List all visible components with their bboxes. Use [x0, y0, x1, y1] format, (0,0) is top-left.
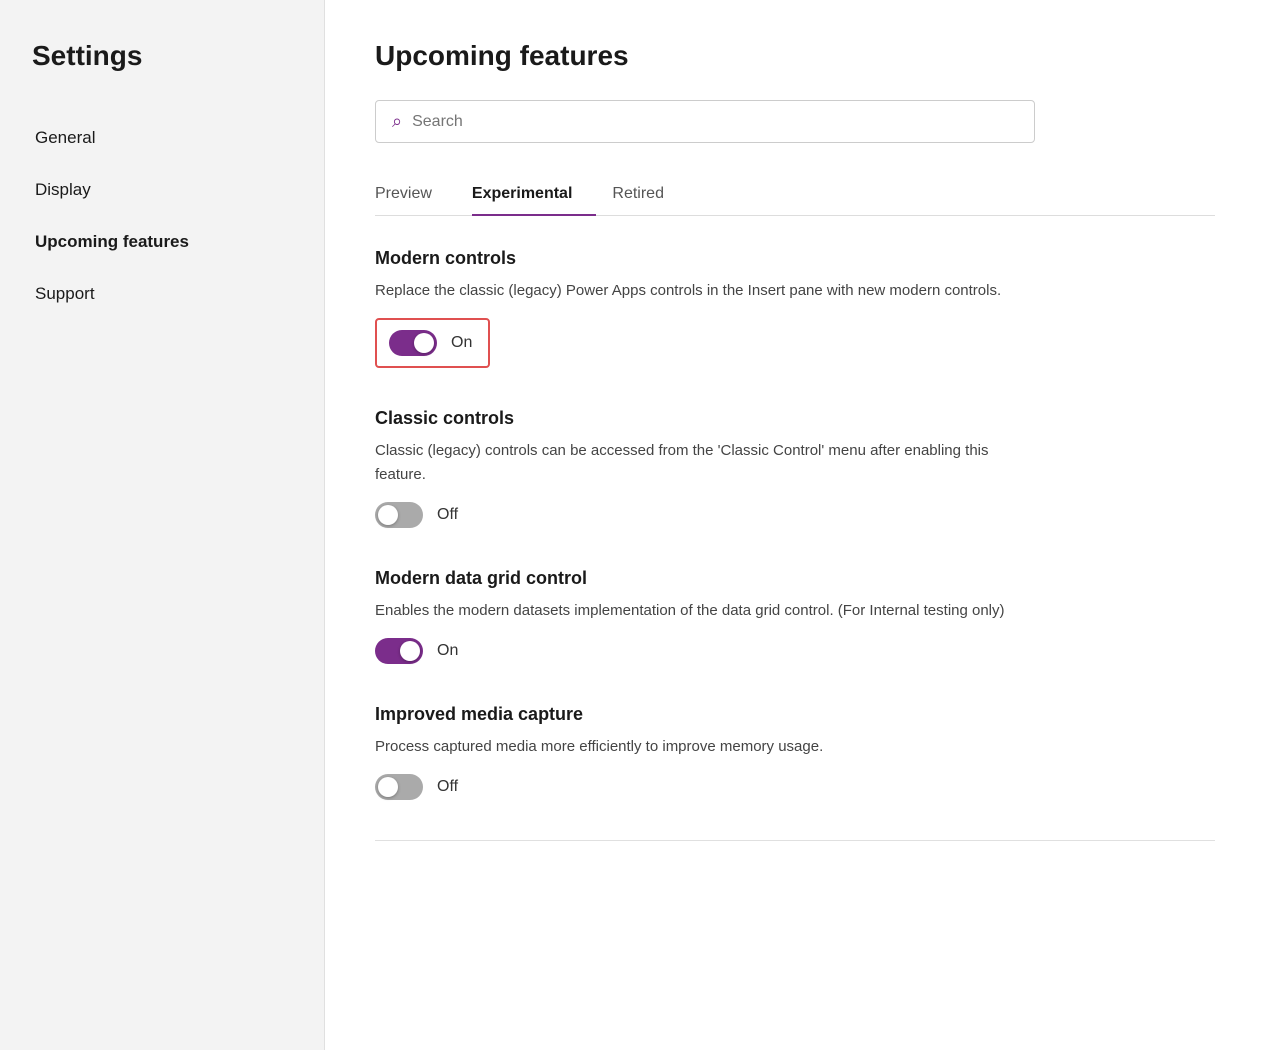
search-box: ⌕ — [375, 100, 1035, 143]
sidebar-item-upcoming-features[interactable]: Upcoming features — [0, 216, 324, 268]
toggle-label-improved-media-capture: Off — [437, 778, 458, 796]
feature-desc-improved-media-capture: Process captured media more efficiently … — [375, 735, 1015, 758]
toggle-label-classic-controls: Off — [437, 506, 458, 524]
toggle-classic-controls[interactable] — [375, 502, 423, 528]
bottom-divider — [375, 840, 1215, 841]
feature-title-classic-controls: Classic controls — [375, 408, 1215, 429]
feature-desc-modern-controls: Replace the classic (legacy) Power Apps … — [375, 279, 1015, 302]
toggle-row-classic-controls: Off — [375, 502, 1215, 528]
toggle-label-modern-controls: On — [451, 334, 472, 352]
tab-experimental[interactable]: Experimental — [472, 175, 596, 215]
feature-classic-controls: Classic controls Classic (legacy) contro… — [375, 408, 1215, 528]
feature-title-modern-controls: Modern controls — [375, 248, 1215, 269]
feature-title-modern-data-grid: Modern data grid control — [375, 568, 1215, 589]
search-input[interactable] — [412, 113, 1018, 131]
feature-desc-classic-controls: Classic (legacy) controls can be accesse… — [375, 439, 1015, 486]
toggle-label-modern-data-grid: On — [437, 642, 458, 660]
main-content: Upcoming features ⌕ Preview Experimental… — [325, 0, 1275, 1050]
tabs-container: Preview Experimental Retired — [375, 175, 1215, 216]
toggle-modern-controls[interactable] — [389, 330, 437, 356]
feature-improved-media-capture: Improved media capture Process captured … — [375, 704, 1215, 800]
sidebar-item-general[interactable]: General — [0, 112, 324, 164]
toggle-thumb-modern-data-grid — [400, 641, 420, 661]
feature-desc-modern-data-grid: Enables the modern datasets implementati… — [375, 599, 1015, 622]
search-icon: ⌕ — [392, 111, 402, 132]
modern-controls-highlight-box: On — [375, 318, 490, 368]
tab-retired[interactable]: Retired — [612, 175, 688, 215]
toggle-row-improved-media-capture: Off — [375, 774, 1215, 800]
toggle-thumb-classic-controls — [378, 505, 398, 525]
toggle-row-modern-data-grid: On — [375, 638, 1215, 664]
sidebar-title: Settings — [0, 40, 324, 112]
tab-preview[interactable]: Preview — [375, 175, 456, 215]
sidebar-item-support[interactable]: Support — [0, 268, 324, 320]
toggle-modern-data-grid[interactable] — [375, 638, 423, 664]
sidebar: Settings General Display Upcoming featur… — [0, 0, 325, 1050]
feature-modern-controls: Modern controls Replace the classic (leg… — [375, 248, 1215, 368]
feature-modern-data-grid: Modern data grid control Enables the mod… — [375, 568, 1215, 664]
sidebar-item-display[interactable]: Display — [0, 164, 324, 216]
feature-title-improved-media-capture: Improved media capture — [375, 704, 1215, 725]
toggle-improved-media-capture[interactable] — [375, 774, 423, 800]
page-title: Upcoming features — [375, 40, 1215, 72]
